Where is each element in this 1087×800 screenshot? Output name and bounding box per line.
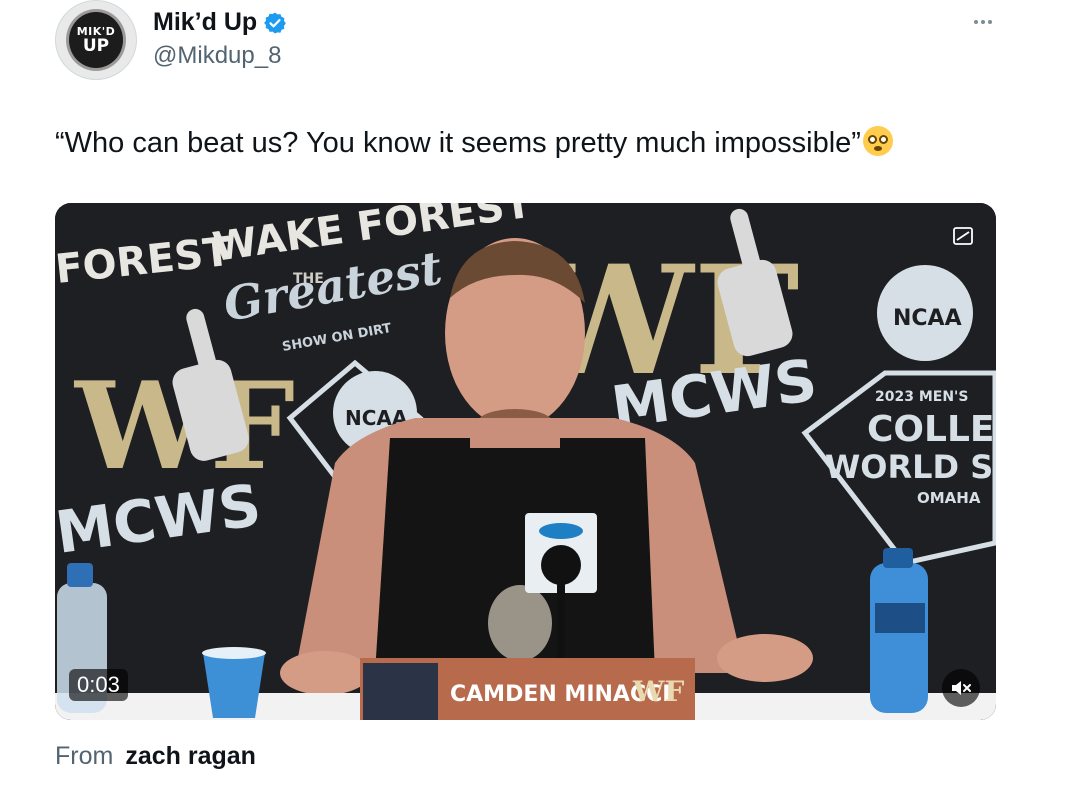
flushed-face-emoji-icon — [862, 126, 893, 156]
water-bottle-right — [870, 548, 928, 713]
backdrop-year-mens-text: 2023 MEN'S — [875, 389, 968, 405]
video-duration: 0:03 — [69, 669, 128, 701]
nameplate: CAMDEN MINACCI WF — [360, 658, 695, 720]
tweet-text-content: “Who can beat us? You know it seems pret… — [55, 127, 861, 159]
backdrop-college-text: COLLEGE — [867, 409, 996, 450]
video-source: From zach ragan — [55, 742, 256, 771]
verified-badge-icon — [264, 12, 287, 33]
mikd-up-logo: MIK'D UP — [66, 9, 126, 71]
author-avatar[interactable]: MIK'D UP — [55, 0, 137, 80]
author-display-name[interactable]: Mik’d Up — [153, 8, 257, 37]
video-frame: FOREST WAKE FOREST THE Greatest SHOW ON … — [55, 203, 996, 720]
author-handle[interactable]: @Mikdup_8 — [153, 42, 281, 70]
captions-icon[interactable] — [950, 225, 976, 247]
more-options-icon[interactable] — [968, 10, 998, 34]
source-prefix: From — [55, 742, 114, 770]
ncaa-cup — [202, 647, 266, 718]
source-name-link[interactable]: zach ragan — [125, 742, 256, 770]
backdrop-omaha-text: OMAHA — [917, 489, 981, 507]
author-name-row: Mik’d Up — [153, 8, 287, 37]
backdrop-world-series-text: WORLD SERIES — [825, 448, 996, 486]
nameplate-logo: WF — [632, 675, 684, 708]
mute-toggle-icon[interactable] — [942, 669, 980, 707]
video-player[interactable]: FOREST WAKE FOREST THE Greatest SHOW ON … — [55, 203, 996, 720]
svg-text:NCAA: NCAA — [893, 306, 962, 331]
tweet-text: “Who can beat us? You know it seems pret… — [55, 126, 893, 160]
